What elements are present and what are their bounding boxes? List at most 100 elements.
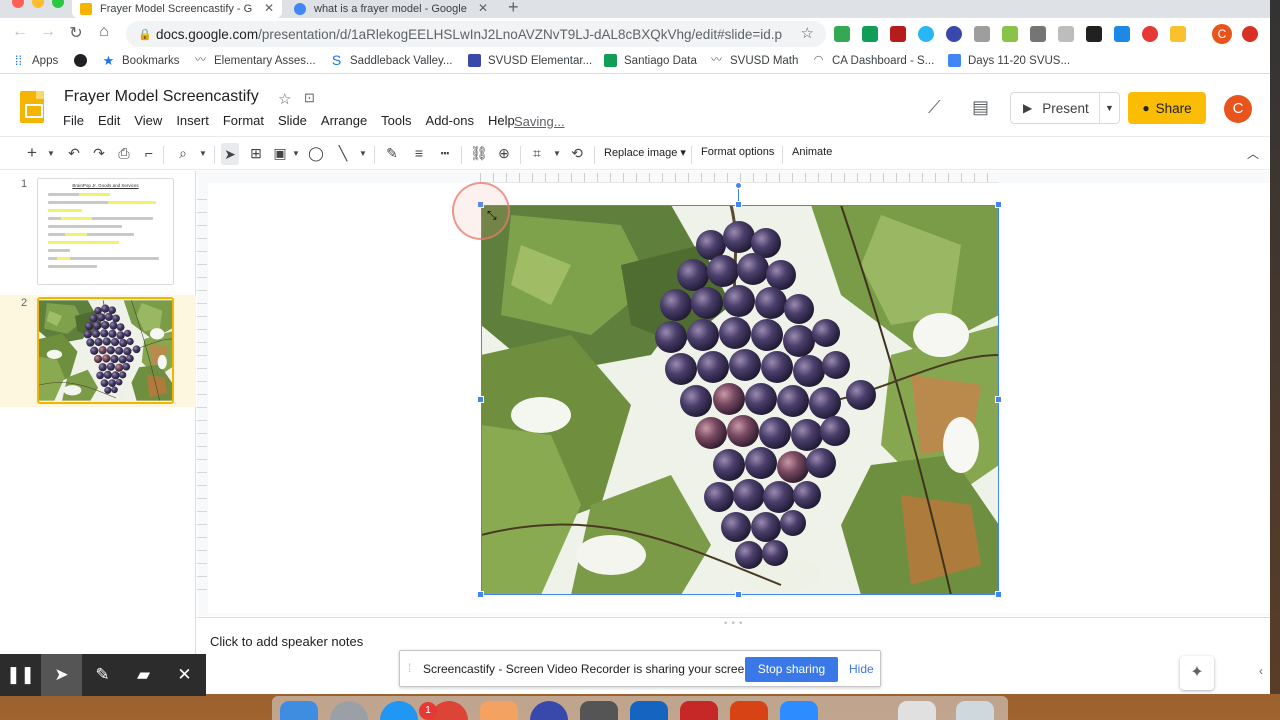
settings-icon[interactable] [580, 701, 618, 720]
animate-button[interactable]: Animate [792, 146, 832, 158]
explore-icon[interactable]: ✦ [1180, 656, 1214, 690]
close-icon[interactable]: ✕ [164, 654, 205, 696]
bookmark-bookmarks[interactable]: ★ Bookmarks [102, 54, 180, 67]
notes-resize-grip-icon[interactable]: • • • [724, 618, 743, 628]
add-comment-icon[interactable]: ⊕ [495, 145, 513, 162]
speaker-notes-placeholder[interactable]: Click to add speaker notes [210, 634, 363, 649]
reader-extension-icon[interactable] [974, 26, 990, 42]
menu-tools[interactable]: Tools [374, 113, 418, 128]
cast-extension-icon[interactable] [1114, 26, 1130, 42]
siri-icon[interactable] [530, 701, 568, 720]
present-dropdown-caret-icon[interactable]: ▼ [1099, 93, 1119, 123]
launchpad-icon[interactable] [330, 701, 368, 720]
kami-extension-icon[interactable] [946, 26, 962, 42]
slide-thumbnail-1[interactable]: BrainPop Jr. Goods and Services [37, 178, 174, 285]
star-icon[interactable]: ☆ [278, 90, 291, 108]
zoom-icon[interactable] [780, 701, 818, 720]
new-slide-caret-icon[interactable]: ▼ [42, 149, 60, 158]
close-window-button[interactable] [12, 0, 24, 8]
link-icon[interactable]: ⛓ [470, 145, 488, 162]
classroom-extension-icon[interactable] [862, 26, 878, 42]
eraser-tool-icon[interactable]: ▰ [123, 654, 164, 696]
bookmark-globe[interactable] [74, 54, 94, 67]
pen-tool-icon[interactable]: ✎ [82, 654, 123, 696]
replace-image-button[interactable]: Replace image ▾ [604, 146, 686, 159]
border-color-icon[interactable]: ✎ [383, 145, 401, 162]
bookmark-star-icon[interactable]: ☆ [801, 24, 814, 42]
resize-handle-bottom-right[interactable] [995, 591, 1002, 598]
dog-extension-icon[interactable] [1058, 26, 1074, 42]
menu-insert[interactable]: Insert [169, 113, 216, 128]
new-slide-icon[interactable]: + [23, 143, 41, 163]
shape-icon[interactable]: ◯ [307, 145, 325, 162]
resize-handle-bottom-left[interactable] [477, 591, 484, 598]
text-box-icon[interactable]: ⊞ [247, 145, 265, 162]
document-stack-icon[interactable] [898, 701, 936, 720]
drive-extension-icon[interactable] [834, 26, 850, 42]
bookmark-saddleback-valley[interactable]: S Saddleback Valley... [330, 53, 453, 67]
zoom-window-button[interactable] [52, 0, 64, 8]
rotate-handle[interactable] [735, 182, 742, 189]
resize-handle-top[interactable] [735, 201, 742, 208]
comments-icon[interactable]: ▤ [972, 97, 989, 118]
border-weight-icon[interactable]: ≡ [410, 145, 428, 161]
menu-add-ons[interactable]: Add-ons [419, 113, 481, 128]
minimize-window-button[interactable] [32, 0, 44, 8]
new-tab-button[interactable]: + [508, 0, 519, 18]
bookmark-santiago-data[interactable]: Santiago Data [604, 54, 697, 67]
menu-file[interactable]: File [56, 113, 91, 128]
drag-grip-icon[interactable]: ⁞ [408, 661, 411, 675]
bookmark-apps[interactable]: ⁞⁞ Apps [12, 54, 58, 67]
slides-logo-icon[interactable] [20, 91, 44, 123]
screencastify-extension-icon[interactable] [918, 26, 934, 42]
menu-arrange[interactable]: Arrange [314, 113, 374, 128]
line-caret-icon[interactable]: ▼ [354, 149, 372, 158]
zoom-icon[interactable]: ⌕ [174, 145, 192, 162]
l-extension-icon[interactable] [1030, 26, 1046, 42]
share-button[interactable]: ● Share [1128, 92, 1206, 124]
menu-format[interactable]: Format [216, 113, 271, 128]
redo-icon[interactable]: ↷ [90, 145, 108, 162]
heart-extension-icon[interactable] [1170, 26, 1186, 42]
resize-handle-top-right[interactable] [995, 201, 1002, 208]
menu-view[interactable]: View [127, 113, 169, 128]
resize-handle-left[interactable] [477, 396, 484, 403]
border-dash-icon[interactable]: ┅ [436, 145, 454, 162]
image-caret-icon[interactable]: ▼ [287, 149, 305, 158]
side-panel-toggle-icon[interactable]: ‹ [1248, 656, 1270, 686]
crop-icon[interactable]: ⌗ [528, 145, 546, 162]
paint-format-icon[interactable]: ⌐ [140, 145, 158, 161]
move-folder-icon[interactable]: ⊡ [304, 90, 315, 106]
bookmark-svusd-elementary[interactable]: SVUSD Elementar... [468, 54, 592, 67]
activity-dashboard-icon[interactable]: ⟋ [928, 97, 941, 118]
reset-image-icon[interactable]: ⟲ [568, 145, 586, 162]
collapse-toolbar-icon[interactable]: ︿ [1244, 145, 1262, 162]
bookmark-ca-dashboard[interactable]: ◠ CA Dashboard - S... [812, 54, 935, 67]
save-status[interactable]: Saving... [514, 114, 565, 129]
powerpoint-icon[interactable] [730, 701, 768, 720]
menu-slide[interactable]: Slide [271, 113, 314, 128]
present-button[interactable]: ▶ Present ▼ [1010, 92, 1120, 124]
stop-sharing-button[interactable]: Stop sharing [745, 657, 838, 682]
trash-icon[interactable] [956, 701, 994, 720]
line-icon[interactable]: ╲ [334, 145, 352, 162]
tab-frayer-model[interactable]: Frayer Model Screencastify - G ✕ [72, 0, 282, 18]
home-icon[interactable]: ⌂ [94, 23, 114, 41]
menu-edit[interactable]: Edit [91, 113, 127, 128]
finder-icon[interactable] [280, 701, 318, 720]
resize-handle-bottom[interactable] [735, 591, 742, 598]
window-extension-icon[interactable] [1086, 26, 1102, 42]
checklist-extension-icon[interactable] [1002, 26, 1018, 42]
update-icon[interactable] [1242, 26, 1258, 42]
bookmark-svusd-math[interactable]: 〰 SVUSD Math [710, 54, 798, 67]
acrobat-icon[interactable] [680, 701, 718, 720]
profile-avatar[interactable]: C [1212, 24, 1232, 44]
resize-handle-right[interactable] [995, 396, 1002, 403]
bookmark-days-11-20[interactable]: Days 11-20 SVUS... [948, 54, 1070, 67]
select-cursor-icon[interactable]: ➤ [221, 143, 239, 165]
undo-icon[interactable]: ↶ [65, 145, 83, 162]
photos-icon[interactable] [480, 701, 518, 720]
bookmark-elementary-assessments[interactable]: 〰 Elementary Asses... [194, 54, 316, 67]
pause-icon[interactable]: ❚❚ [0, 654, 41, 696]
close-icon[interactable]: ✕ [264, 1, 274, 15]
